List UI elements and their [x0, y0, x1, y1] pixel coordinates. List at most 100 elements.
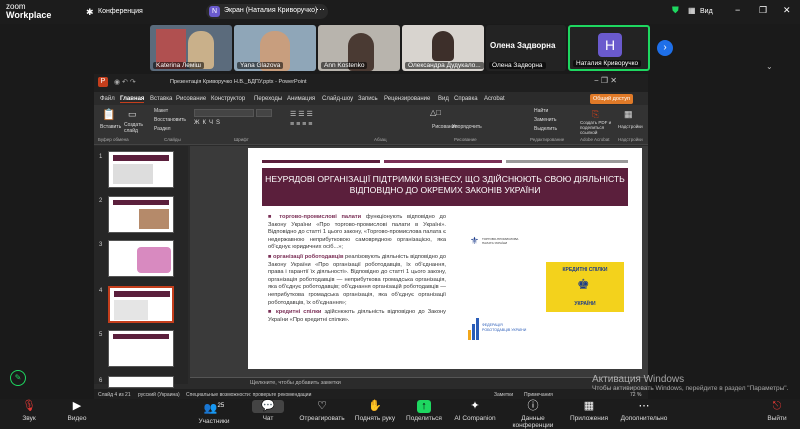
share-screen-button[interactable]: ↑ Поделиться	[402, 400, 446, 422]
font-size-input[interactable]	[256, 109, 272, 117]
slide-thumbnail[interactable]	[108, 330, 174, 367]
tab-slideshow[interactable]: Слайд-шоу	[322, 96, 353, 102]
raise-hand-button[interactable]: ✋ Поднять руку	[350, 400, 400, 422]
meeting-info-button[interactable]: ⓘ Данные конференции	[500, 400, 566, 429]
minimize-icon[interactable]: −	[735, 5, 740, 15]
new-slide-icon[interactable]: ▭	[128, 109, 137, 120]
tab-review[interactable]: Рецензирование	[384, 96, 430, 102]
tab-home[interactable]: Главная	[120, 96, 145, 103]
video-button[interactable]: ▶ Видео	[62, 400, 92, 422]
bullet-item: ■ кредитні спілки здійснюють діяльність …	[268, 309, 446, 324]
notes-pane[interactable]: Щелкните, чтобы добавить заметки	[190, 377, 648, 389]
language-status[interactable]: русский (Украина)	[138, 392, 180, 398]
participant-tile[interactable]: Katerina Леміш	[150, 25, 232, 71]
replace-button[interactable]: Заменить	[534, 117, 556, 123]
accessibility-status[interactable]: Специальные возможности: проверьте реком…	[186, 392, 311, 398]
chat-button[interactable]: 💬 Чат	[252, 400, 284, 422]
share-indicator[interactable]: N Экран (Наталия Криворучко) ⋯	[206, 4, 328, 19]
new-slide-label[interactable]: Создать слайд	[124, 122, 148, 134]
comments-toggle[interactable]: Примечания	[524, 392, 553, 398]
create-pdf-button[interactable]: Создать PDF и поделиться ссылкой	[580, 120, 614, 135]
slide-canvas[interactable]: НЕУРЯДОВІ ОРГАНІЗАЦІЇ ПІДТРИМКИ БІЗНЕСУ,…	[248, 148, 642, 369]
ppt-window-title: Презентація Криворучко Н.В._БДПУ.pptx - …	[170, 79, 307, 85]
leave-button[interactable]: ⎋ Выйти	[764, 400, 790, 422]
thumb-title-bar	[114, 291, 170, 297]
raise-hand-label: Поднять руку	[354, 415, 396, 422]
shapes-icon[interactable]: △□	[430, 108, 441, 117]
participant-tile-active[interactable]: H Наталия Криворучко	[568, 25, 650, 71]
align-icons[interactable]: ≡≡≡≡	[290, 121, 314, 128]
bullet-marker: ■	[268, 309, 273, 316]
tab-insert[interactable]: Вставка	[150, 96, 172, 102]
font-format-icons[interactable]: ЖКЧS	[194, 120, 223, 126]
more-button[interactable]: ⋯ Дополнительно	[616, 400, 672, 422]
tab-record[interactable]: Запись	[358, 96, 378, 102]
shield-icon[interactable]: ⛊	[672, 5, 679, 16]
group-label: Редактирование	[530, 137, 565, 142]
participant-tile[interactable]: Олександра Дудукало...	[402, 25, 484, 71]
slide-thumbnail-active[interactable]	[108, 286, 174, 323]
tab-transitions[interactable]: Переходы	[254, 96, 282, 102]
close-icon[interactable]: ✕	[783, 5, 791, 16]
tab-acrobat[interactable]: Acrobat	[484, 96, 505, 102]
autosave-icon[interactable]: ◉ ↶ ↷	[114, 78, 136, 86]
arrange-label[interactable]: Упорядочить	[452, 124, 482, 130]
paste-label[interactable]: Вставить	[100, 124, 121, 130]
tab-help[interactable]: Справка	[454, 96, 478, 102]
participant-tile[interactable]: Олена Задворна Олена Задворна	[486, 25, 566, 71]
chevron-down-icon[interactable]: ⌄	[766, 62, 773, 71]
tab-draw[interactable]: Рисование	[176, 96, 206, 102]
participant-tile[interactable]: Yana Glazova	[234, 25, 316, 71]
tab-animations[interactable]: Анимация	[287, 96, 315, 102]
apps-button[interactable]: ▦ Приложения	[566, 400, 612, 422]
paste-icon[interactable]: 📋	[102, 108, 116, 121]
layout-button[interactable]: Макет	[154, 108, 168, 114]
participant-tile[interactable]: Ann Kostenko	[318, 25, 400, 71]
window-controls-icon[interactable]: − ❐ ✕	[594, 76, 617, 85]
slide-thumbnail[interactable]	[108, 196, 174, 233]
share-button[interactable]: Общий доступ	[590, 94, 633, 104]
ai-label: AI Companion	[454, 415, 496, 422]
chat-icon: 💬	[252, 400, 284, 413]
maximize-icon[interactable]: ❐	[759, 5, 767, 16]
group-label: Буфер обмена	[98, 137, 129, 142]
tab-view[interactable]: Вид	[438, 96, 449, 102]
thumb-content	[114, 300, 148, 320]
notes-placeholder[interactable]: Щелкните, чтобы добавить заметки	[250, 380, 341, 386]
tab-file[interactable]: Файл	[100, 96, 115, 102]
pdf-icon[interactable]: ⎘	[592, 109, 599, 120]
view-label[interactable]: Вид	[700, 8, 713, 15]
activation-title: Активация Windows	[592, 374, 685, 385]
group-label: Надстройки	[618, 137, 643, 142]
slide-thumbnail[interactable]	[108, 151, 174, 188]
participant-name: Yana Glazova	[237, 62, 284, 69]
find-button[interactable]: Найти	[534, 108, 548, 114]
select-button[interactable]: Выделить	[534, 126, 557, 132]
credit-union-logo-bottom: УКРАЇНИ	[574, 301, 596, 307]
next-page-icon[interactable]: ›	[657, 40, 673, 56]
slide-thumbnail[interactable]	[108, 376, 174, 388]
reset-button[interactable]: Восстановить	[154, 117, 186, 123]
more-icon[interactable]: ⋯	[316, 4, 325, 15]
grid-icon[interactable]: ▦	[688, 6, 696, 15]
zoom-top-bar: zoom Workplace ✱ Конференция N Экран (На…	[0, 0, 800, 24]
activation-subtitle: Чтобы активировать Windows, перейдите в …	[592, 385, 789, 392]
chat-label: Чат	[262, 415, 274, 422]
font-name-input[interactable]	[194, 109, 254, 117]
addins-label[interactable]: Надстройки	[618, 124, 643, 129]
paragraph-icons[interactable]: ☰☰☰	[290, 110, 315, 118]
pen-annotate-icon[interactable]: ✎	[10, 370, 26, 386]
paw-icon[interactable]: ✱	[86, 7, 94, 18]
ai-companion-button[interactable]: ✦ AI Companion	[450, 400, 500, 422]
section-button[interactable]: Раздел	[154, 126, 171, 132]
react-button[interactable]: ♡ Отреагировать	[296, 400, 348, 422]
share-label: Поделиться	[406, 415, 442, 422]
people-icon: 👥25	[203, 402, 225, 415]
participants-button[interactable]: 👥25 Участники	[194, 400, 234, 425]
notes-toggle[interactable]: Заметки	[494, 392, 513, 398]
slide-thumbnail[interactable]	[108, 240, 174, 277]
screen-share-icon: N	[209, 6, 220, 17]
audio-button[interactable]: 🎙 Звук	[14, 400, 44, 422]
tab-design[interactable]: Конструктор	[211, 96, 245, 102]
addins-icon[interactable]: ▦	[624, 109, 633, 120]
